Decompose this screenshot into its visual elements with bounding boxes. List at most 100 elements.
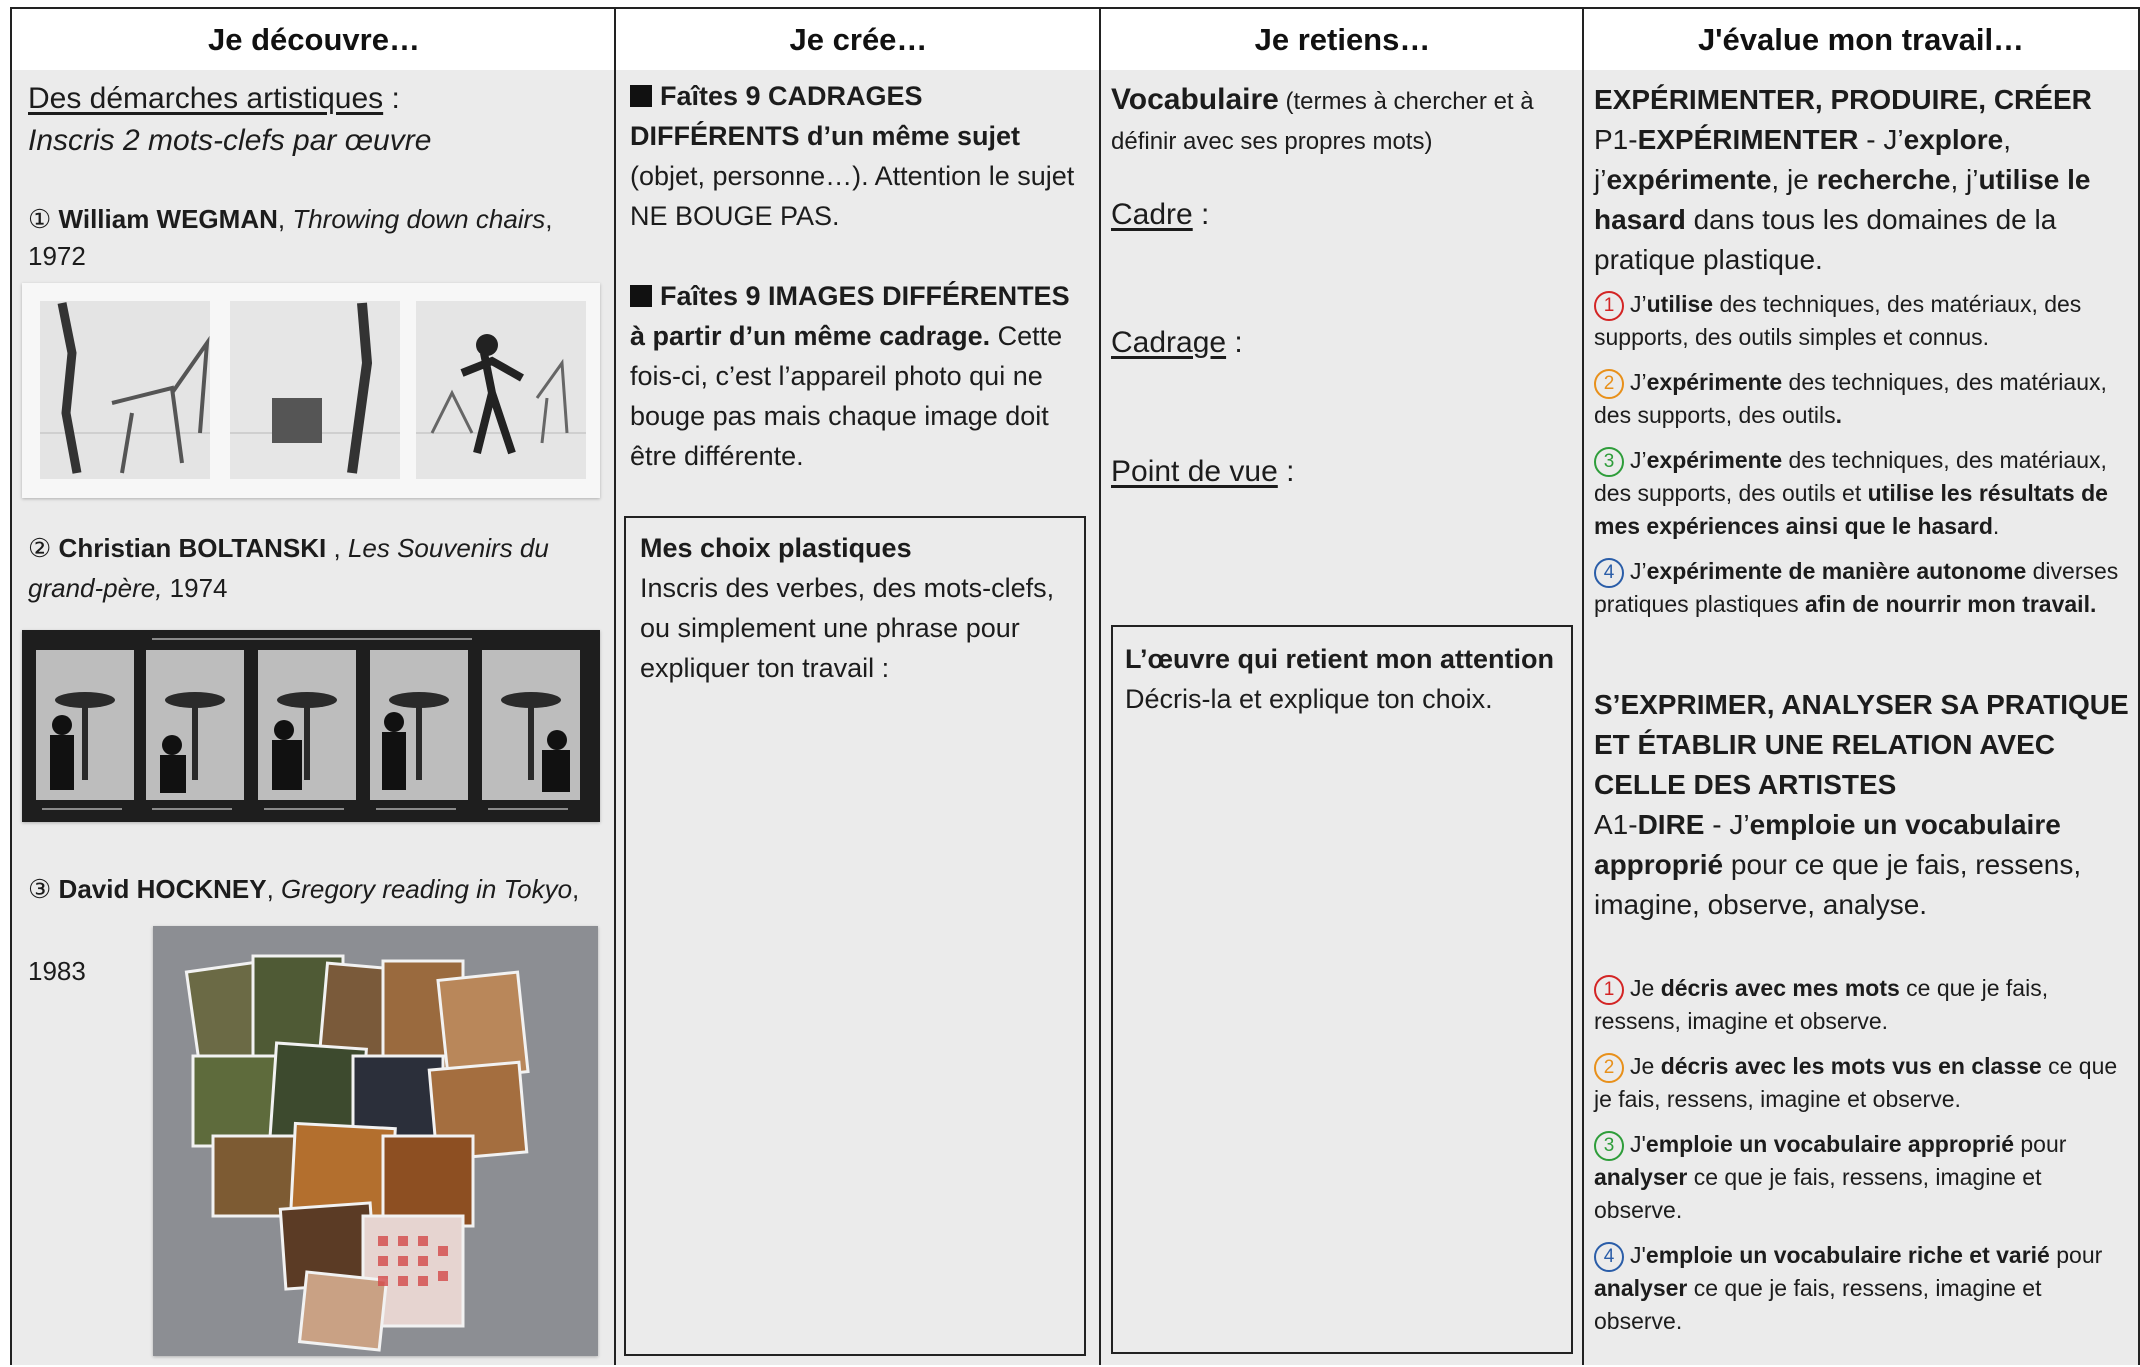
work-1-caption: ① William WEGMAN, Throwing down chairs, … [28, 204, 553, 271]
work-1-artist: William WEGMAN [58, 204, 278, 234]
boltanski-photo [22, 630, 600, 822]
p1-description: P1-EXPÉRIMENTER - J’explore , j’ expérimen… [1594, 120, 2132, 280]
level-item: 4 J'emploie un vocabulaire riche et varié… [1594, 1239, 2134, 1338]
column-evaluate: J'évalue mon travail… EXPÉRIMENTER, PROD… [1582, 7, 2140, 1365]
a1-description: A1-DIRE - J’emploie un vocabulaire appro… [1594, 805, 2134, 925]
p1-text: , j’ [1950, 164, 1979, 195]
level-item: 1 Je décris avec mes mots ce que je fais,… [1594, 972, 2134, 1038]
retain-body: Vocabulaire (termes à chercher et à défi… [1101, 70, 1584, 1365]
level-item: 3 J'emploie un vocabulaire approprié pour… [1594, 1128, 2134, 1227]
create-body: Faîtes 9 CADRAGES DIFFÉRENTS d’un même s… [616, 70, 1101, 1365]
discover-intro: Des démarches artistiques : Inscris 2 mo… [28, 78, 608, 162]
level-bold: expérimente [1646, 447, 1783, 473]
level-bold: décris avec mes mots [1660, 975, 1900, 1001]
level-text: J’ [1630, 447, 1647, 473]
level-2-icon: 2 [1594, 369, 1624, 399]
level-text: Je [1630, 1053, 1661, 1079]
column-retain: Je retiens… Vocabulaire (termes à cherch… [1099, 7, 1584, 1365]
levels-express-list: 1 Je décris avec mes mots ce que je fais,… [1594, 972, 2134, 1350]
work-2-artist: Christian BOLTANSKI [58, 533, 327, 563]
level-bold: analyser [1594, 1275, 1688, 1301]
work-2-year: 1974 [169, 573, 228, 603]
chosen-artwork-title: L’œuvre qui retient mon attention [1125, 644, 1555, 674]
level-text: . [1992, 513, 2000, 539]
level-item: 2 Je décris avec les mots vus en classe c… [1594, 1050, 2134, 1116]
competence-experiment: EXPÉRIMENTER, PRODUIRE, CRÉER P1-EXPÉRIM… [1594, 80, 2132, 280]
task-images: Faîtes 9 IMAGES DIFFÉRENTES à partir d’u… [630, 276, 1090, 476]
term-cadre-label: Cadre [1111, 198, 1193, 231]
term-colon: : [1226, 326, 1243, 359]
a1-label: DIRE [1637, 809, 1705, 840]
term-cadrage-label: Cadrage [1111, 326, 1227, 359]
discover-body: Des démarches artistiques : Inscris 2 mo… [12, 70, 616, 1365]
task-framings-text: (objet, personne…). Attention le sujet N… [630, 161, 1075, 231]
work-2-caption: ② Christian BOLTANSKI , Les Souvenirs du… [28, 533, 549, 603]
plastic-choices-content: Mes choix plastiques Inscris des verbes,… [640, 528, 1070, 688]
level-bold: analyser [1594, 1164, 1688, 1190]
level-text: J’ [1630, 369, 1647, 395]
work-1-year: 1972 [28, 241, 86, 271]
work-1-title: Throwing down chairs [292, 204, 546, 234]
p1-label: EXPÉRIMENTER [1637, 124, 1859, 155]
header-discover: Je découvre… [12, 7, 616, 72]
level-bold: . [1835, 402, 1843, 428]
level-item: 2 J’expérimente des techniques, des matér… [1594, 366, 2134, 432]
square-bullet-icon [630, 285, 652, 307]
plastic-choices-box: Mes choix plastiques Inscris des verbes,… [624, 516, 1086, 1356]
level-bold: afin de nourrir mon travail. [1804, 591, 2097, 617]
level-text: J’ [1630, 291, 1647, 317]
level-4-icon: 4 [1594, 558, 1624, 588]
p1-dash: - J’ [1858, 124, 1904, 155]
level-text: Je [1630, 975, 1661, 1001]
term-cadre: Cadre : [1111, 198, 1209, 232]
column-create: Je crée… Faîtes 9 CADRAGES DIFFÉRENTS d’… [614, 7, 1101, 1365]
level-item: 1 J’utilise des techniques, des matériaux… [1594, 288, 2134, 354]
level-4-icon: 4 [1594, 1242, 1624, 1272]
header-create: Je crée… [616, 7, 1101, 72]
chosen-artwork-box: L’œuvre qui retient mon attention Décris… [1111, 625, 1573, 1354]
column-discover: Je découvre… Des démarches artistiques :… [10, 7, 616, 1365]
level-3-icon: 3 [1594, 447, 1624, 477]
term-colon: : [1277, 455, 1295, 488]
level-text: pour [2014, 1131, 2067, 1157]
level-bold: expérimente [1646, 369, 1783, 395]
a1-prefix: A1- [1594, 809, 1638, 840]
level-item: 3 J’expérimente des techniques, des matér… [1594, 444, 2134, 543]
wegman-chairs-image [22, 283, 600, 498]
term-point-de-vue: Point de vue : [1111, 455, 1294, 489]
intro-title: Des démarches artistiques [28, 82, 384, 115]
work-3-year: 1983 [28, 956, 86, 986]
square-bullet-icon [630, 85, 652, 107]
vocabulary-heading: Vocabulaire (termes à chercher et à défi… [1111, 80, 1571, 162]
levels-experiment-list: 1 J’utilise des techniques, des matériaux… [1594, 288, 2134, 633]
work-3-title: Gregory reading in Tokyo [281, 874, 573, 904]
term-cadrage: Cadrage : [1111, 326, 1243, 360]
plastic-choices-title: Mes choix plastiques [640, 533, 912, 563]
competence-express: S’EXPRIMER, ANALYSER SA PRATIQUE ET ÉTAB… [1594, 685, 2134, 925]
work-1-number: ① [28, 204, 52, 234]
level-bold: expérimente de manière autonome [1646, 558, 2027, 584]
wegman-photo [22, 283, 600, 498]
work-2-number: ② [28, 533, 52, 563]
p1-word: recherche [1816, 164, 1951, 195]
level-2-icon: 2 [1594, 1053, 1624, 1083]
level-bold: emploie un vocabulaire riche et varié [1645, 1242, 2050, 1268]
work-3-artist: David HOCKNEY [58, 874, 267, 904]
intro-instruction: Inscris 2 mots-clefs par œuvre [28, 124, 432, 157]
level-text: pour [2049, 1242, 2103, 1268]
vocabulary-title: Vocabulaire [1111, 83, 1279, 116]
level-bold: décris avec les mots vus en classe [1660, 1053, 2042, 1079]
hockney-photo [153, 926, 598, 1356]
task-framings-title: Faîtes 9 CADRAGES DIFFÉRENTS d’un même s… [630, 81, 1021, 151]
level-item: 4 J’expérimente de manière autonome diver… [1594, 555, 2134, 621]
p1-prefix: P1- [1594, 124, 1638, 155]
header-retain: Je retiens… [1101, 7, 1584, 72]
worksheet-table: Je découvre… Des démarches artistiques :… [10, 7, 2140, 1365]
p1-word: explore [1903, 124, 2004, 155]
term-colon: : [1192, 198, 1210, 231]
plastic-choices-instruction: Inscris des verbes, des mots-clefs, ou s… [640, 573, 1055, 683]
chosen-artwork-instruction: Décris-la et explique ton choix. [1125, 684, 1493, 714]
intro-colon: : [383, 82, 400, 115]
chosen-artwork-content: L’œuvre qui retient mon attention Décris… [1125, 639, 1555, 719]
p1-text: , je [1771, 164, 1817, 195]
